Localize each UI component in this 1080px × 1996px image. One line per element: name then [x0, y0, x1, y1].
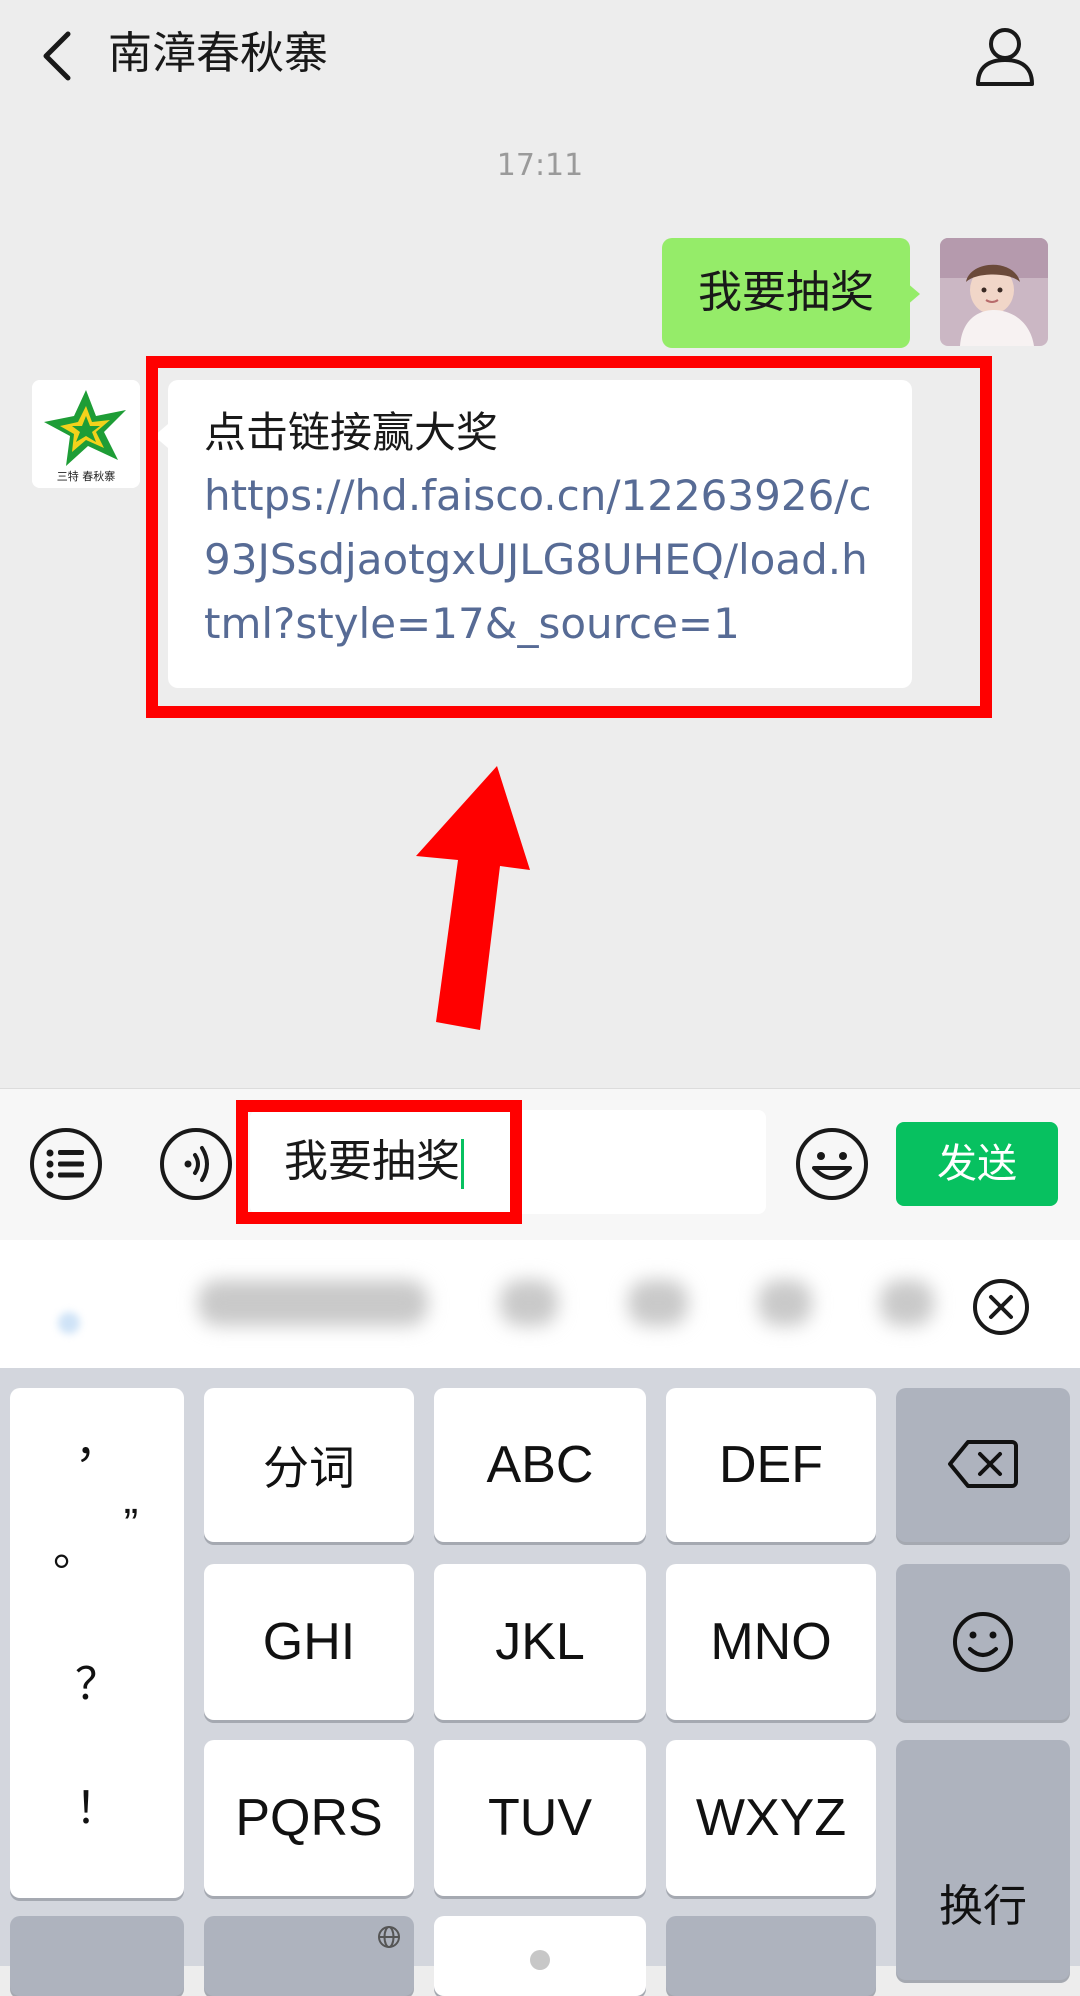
key-mno[interactable]: MNO	[666, 1564, 876, 1720]
key-punct-comma[interactable]: ，	[10, 1406, 184, 1470]
send-button[interactable]: 发送	[896, 1122, 1058, 1206]
key-punctuation-column[interactable]: ， 。 ” ？ ！	[10, 1388, 184, 1898]
key-symbols[interactable]	[10, 1916, 184, 1996]
highlight-box-input	[236, 1100, 522, 1224]
smiley-icon	[953, 1612, 1013, 1672]
chat-title: 南漳春秋寨	[108, 28, 328, 79]
ime-logo-icon	[58, 1312, 80, 1334]
menu-list-icon[interactable]	[28, 1126, 104, 1202]
mic-dot-icon	[530, 1950, 550, 1970]
enter-key-label: 换行	[939, 1881, 1027, 1932]
back-button[interactable]	[30, 26, 90, 86]
key-punct-question[interactable]: ？	[10, 1648, 184, 1712]
key-def[interactable]: DEF	[666, 1388, 876, 1542]
candidate-blurred[interactable]	[500, 1280, 558, 1326]
red-arrow-annotation	[416, 766, 530, 1030]
message-timestamp: 17:11	[496, 148, 584, 183]
bubble-tail	[906, 282, 920, 306]
key-abc[interactable]: ABC	[434, 1388, 646, 1542]
key-fenci[interactable]: 分词	[204, 1388, 414, 1542]
self-avatar[interactable]	[940, 238, 1048, 346]
emoji-icon[interactable]	[794, 1126, 870, 1202]
key-punct-exclaim[interactable]: ！	[10, 1772, 184, 1836]
backspace-icon	[948, 1440, 1018, 1488]
contact-avatar[interactable]: 三特 春秋寨	[32, 380, 140, 488]
highlight-box-message	[146, 356, 992, 718]
candidate-blurred[interactable]	[758, 1280, 812, 1326]
candidate-blurred[interactable]	[628, 1280, 688, 1326]
key-ghi[interactable]: GHI	[204, 1564, 414, 1720]
key-space[interactable]	[434, 1916, 646, 1996]
sent-message-bubble[interactable]: 我要抽奖	[662, 238, 910, 348]
key-language[interactable]	[204, 1916, 414, 1996]
close-icon[interactable]	[970, 1276, 1032, 1338]
voice-icon[interactable]	[158, 1126, 234, 1202]
candidate-blurred[interactable]	[880, 1280, 934, 1326]
user-icon[interactable]	[970, 22, 1040, 92]
key-wxyz[interactable]: WXYZ	[666, 1740, 876, 1896]
keyboard-emoji-key[interactable]	[896, 1564, 1070, 1720]
key-pqrs[interactable]: PQRS	[204, 1740, 414, 1896]
enter-key[interactable]: 换行	[896, 1740, 1070, 1980]
globe-icon	[378, 1926, 400, 1948]
contact-logo-text: 三特 春秋寨	[57, 469, 116, 483]
backspace-key[interactable]	[896, 1388, 1070, 1542]
key-punct-quote[interactable]: ”	[96, 1500, 166, 1550]
key-numbers[interactable]	[666, 1916, 876, 1996]
candidate-blurred[interactable]	[198, 1280, 428, 1326]
key-tuv[interactable]: TUV	[434, 1740, 646, 1896]
key-jkl[interactable]: JKL	[434, 1564, 646, 1720]
